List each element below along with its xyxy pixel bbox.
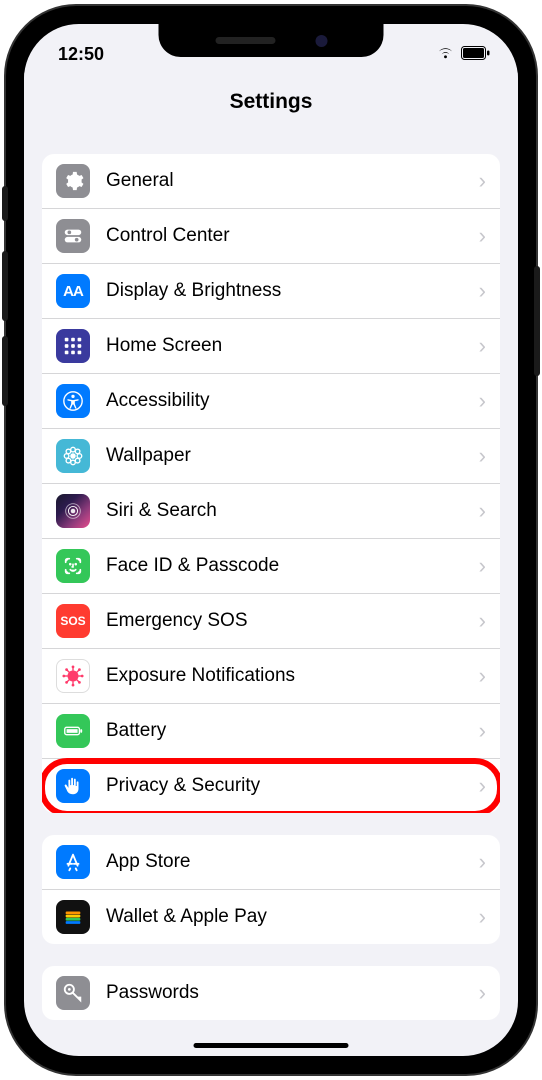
- row-label: Passwords: [106, 982, 471, 1004]
- key-icon: [56, 976, 90, 1010]
- settings-group: General › Control Center › AA Display & …: [42, 154, 500, 813]
- app-store-icon: [56, 845, 90, 879]
- chevron-right-icon: ›: [479, 278, 486, 304]
- chevron-right-icon: ›: [479, 498, 486, 524]
- settings-list[interactable]: General › Control Center › AA Display & …: [24, 132, 518, 1056]
- volume-down-button: [2, 336, 8, 406]
- row-general[interactable]: General ›: [42, 154, 500, 209]
- chevron-right-icon: ›: [479, 663, 486, 689]
- battery-icon: [461, 44, 490, 65]
- face-id-icon: [56, 549, 90, 583]
- row-label: Display & Brightness: [106, 280, 471, 302]
- row-label: General: [106, 170, 471, 192]
- row-control-center[interactable]: Control Center ›: [42, 209, 500, 264]
- mute-switch: [2, 186, 8, 221]
- row-label: App Store: [106, 851, 471, 873]
- flower-icon: [56, 439, 90, 473]
- chevron-right-icon: ›: [479, 333, 486, 359]
- power-button: [534, 266, 540, 376]
- row-emergency-sos[interactable]: SOS Emergency SOS ›: [42, 594, 500, 649]
- row-label: Accessibility: [106, 390, 471, 412]
- settings-group: App Store › Wallet & Apple Pay ›: [42, 835, 500, 944]
- exposure-icon: [56, 659, 90, 693]
- page-title: Settings: [230, 90, 313, 114]
- settings-group: Passwords ›: [42, 966, 500, 1020]
- chevron-right-icon: ›: [479, 443, 486, 469]
- chevron-right-icon: ›: [479, 773, 486, 799]
- row-accessibility[interactable]: Accessibility ›: [42, 374, 500, 429]
- row-home-screen[interactable]: Home Screen ›: [42, 319, 500, 374]
- text-size-icon: AA: [56, 274, 90, 308]
- row-label: Face ID & Passcode: [106, 555, 471, 577]
- row-label: Battery: [106, 720, 471, 742]
- row-label: Wallpaper: [106, 445, 471, 467]
- volume-up-button: [2, 251, 8, 321]
- row-label: Siri & Search: [106, 500, 471, 522]
- row-passwords[interactable]: Passwords ›: [42, 966, 500, 1020]
- row-label: Emergency SOS: [106, 610, 471, 632]
- chevron-right-icon: ›: [479, 904, 486, 930]
- chevron-right-icon: ›: [479, 849, 486, 875]
- row-label: Wallet & Apple Pay: [106, 906, 471, 928]
- phone-frame: 12:50 Settings General: [6, 6, 536, 1074]
- row-wallet[interactable]: Wallet & Apple Pay ›: [42, 890, 500, 944]
- gear-icon: [56, 164, 90, 198]
- row-face-id[interactable]: Face ID & Passcode ›: [42, 539, 500, 594]
- row-label: Privacy & Security: [106, 775, 471, 797]
- row-siri-search[interactable]: Siri & Search ›: [42, 484, 500, 539]
- row-label: Control Center: [106, 225, 471, 247]
- chevron-right-icon: ›: [479, 223, 486, 249]
- chevron-right-icon: ›: [479, 718, 486, 744]
- clock: 12:50: [58, 44, 104, 65]
- chevron-right-icon: ›: [479, 980, 486, 1006]
- notch: [159, 24, 384, 57]
- siri-icon: [56, 494, 90, 528]
- chevron-right-icon: ›: [479, 168, 486, 194]
- row-app-store[interactable]: App Store ›: [42, 835, 500, 890]
- row-battery[interactable]: Battery ›: [42, 704, 500, 759]
- chevron-right-icon: ›: [479, 553, 486, 579]
- hand-icon: [56, 769, 90, 803]
- screen: 12:50 Settings General: [24, 24, 518, 1056]
- accessibility-icon: [56, 384, 90, 418]
- battery-icon: [56, 714, 90, 748]
- row-privacy-security[interactable]: Privacy & Security ›: [42, 759, 500, 813]
- chevron-right-icon: ›: [479, 388, 486, 414]
- row-wallpaper[interactable]: Wallpaper ›: [42, 429, 500, 484]
- row-exposure[interactable]: Exposure Notifications ›: [42, 649, 500, 704]
- chevron-right-icon: ›: [479, 608, 486, 634]
- row-label: Exposure Notifications: [106, 665, 471, 687]
- wallet-icon: [56, 900, 90, 934]
- toggles-icon: [56, 219, 90, 253]
- row-display-brightness[interactable]: AA Display & Brightness ›: [42, 264, 500, 319]
- row-label: Home Screen: [106, 335, 471, 357]
- header: Settings: [24, 72, 518, 132]
- wifi-icon: [436, 44, 455, 65]
- home-indicator[interactable]: [194, 1043, 349, 1048]
- home-grid-icon: [56, 329, 90, 363]
- sos-icon: SOS: [56, 604, 90, 638]
